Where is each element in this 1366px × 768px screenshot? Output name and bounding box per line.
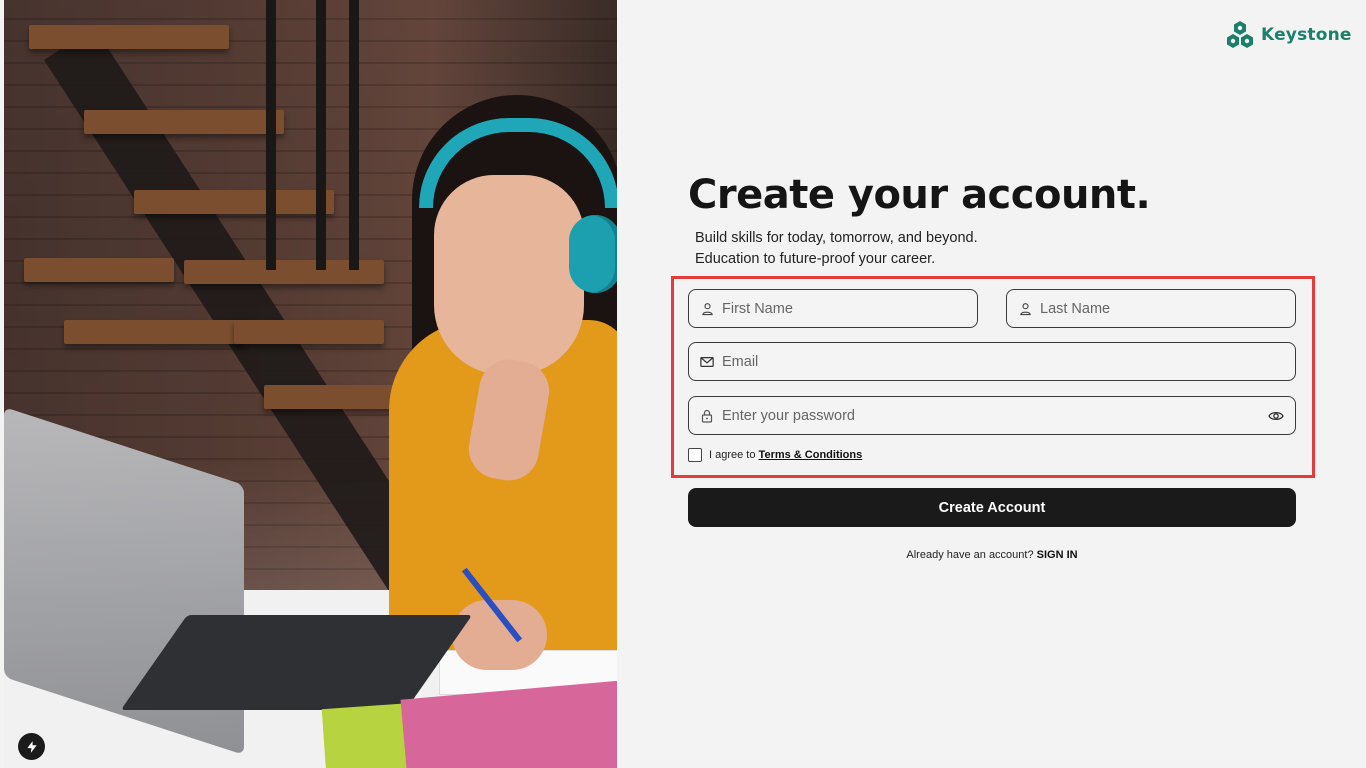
terms-prefix: I agree to bbox=[709, 449, 759, 461]
email-input[interactable] bbox=[722, 343, 1295, 380]
stair-step bbox=[24, 258, 174, 282]
signin-link[interactable]: SIGN IN bbox=[1037, 549, 1078, 561]
terms-text: I agree to Terms & Conditions bbox=[709, 449, 862, 461]
first-name-input[interactable] bbox=[722, 290, 977, 327]
brand-name: Keystone bbox=[1261, 25, 1352, 45]
terms-link[interactable]: Terms & Conditions bbox=[759, 449, 863, 461]
user-icon bbox=[1018, 302, 1032, 316]
stair-step bbox=[84, 110, 284, 134]
signin-prompt: Already have an account? SIGN IN bbox=[688, 549, 1296, 561]
mail-icon bbox=[700, 355, 714, 369]
stair-step bbox=[64, 320, 244, 344]
railing-pole bbox=[349, 0, 359, 270]
last-name-input[interactable] bbox=[1040, 290, 1295, 327]
brand-logo[interactable]: Keystone bbox=[1225, 20, 1352, 50]
password-input[interactable] bbox=[722, 397, 1259, 434]
email-field[interactable] bbox=[688, 342, 1296, 381]
stair-step bbox=[234, 320, 384, 344]
lightning-bolt-icon[interactable] bbox=[18, 733, 45, 760]
stair-step bbox=[264, 385, 404, 409]
stair-step bbox=[134, 190, 334, 214]
hero-photo bbox=[4, 0, 617, 768]
railing-pole bbox=[316, 0, 326, 270]
eye-icon[interactable] bbox=[1267, 407, 1285, 425]
stair-step bbox=[29, 25, 229, 49]
subtitle-line-2: Education to future-proof your career. bbox=[695, 251, 936, 267]
password-field[interactable] bbox=[688, 396, 1296, 435]
headphone-earcup bbox=[569, 215, 617, 293]
page-subtitle: Build skills for today, tomorrow, and be… bbox=[695, 228, 978, 270]
user-icon bbox=[700, 302, 714, 316]
first-name-field[interactable] bbox=[688, 289, 978, 328]
signin-prompt-text: Already have an account? bbox=[906, 549, 1037, 561]
railing-pole bbox=[266, 0, 276, 270]
terms-checkbox[interactable] bbox=[688, 448, 702, 462]
keystone-logo-icon bbox=[1227, 21, 1253, 48]
last-name-field[interactable] bbox=[1006, 289, 1296, 328]
subtitle-line-1: Build skills for today, tomorrow, and be… bbox=[695, 230, 978, 246]
lock-icon bbox=[700, 409, 714, 423]
page-title: Create your account. bbox=[688, 172, 1151, 218]
create-account-button[interactable]: Create Account bbox=[688, 488, 1296, 527]
terms-agreement: I agree to Terms & Conditions bbox=[688, 448, 862, 462]
